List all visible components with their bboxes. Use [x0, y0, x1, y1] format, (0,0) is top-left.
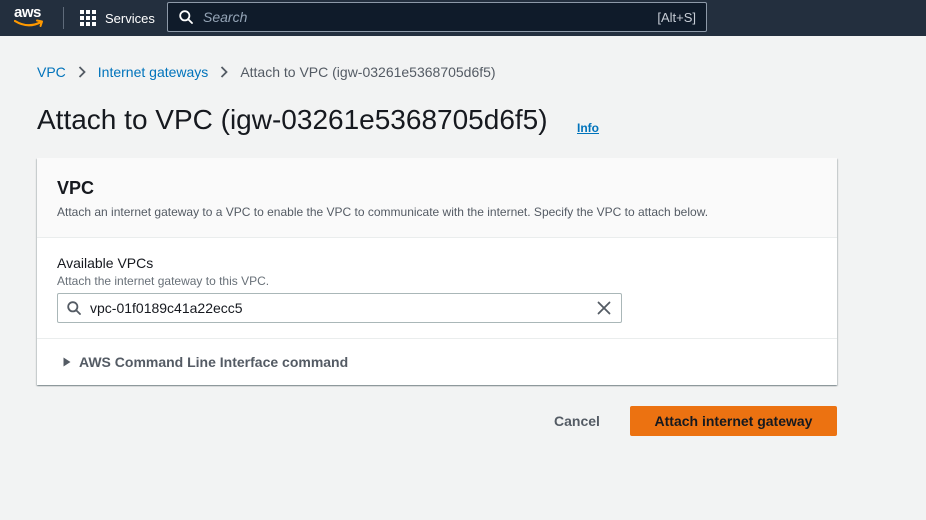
search-icon [67, 301, 81, 315]
search-placeholder: Search [203, 9, 248, 25]
available-vpcs-label: Available VPCs [57, 255, 154, 271]
services-menu-button[interactable]: Services [80, 0, 155, 36]
close-icon[interactable] [597, 301, 611, 315]
search-icon [179, 10, 193, 24]
panel-header: VPC Attach an internet gateway to a VPC … [37, 158, 837, 238]
grid-icon [80, 10, 96, 26]
logo-smile-icon [14, 19, 43, 27]
panel-title: VPC [57, 178, 95, 198]
breadcrumb-internet-gateways-link[interactable]: Internet gateways [98, 64, 209, 80]
vpc-panel: VPC Attach an internet gateway to a VPC … [37, 158, 837, 385]
panel-description: Attach an internet gateway to a VPC to e… [57, 205, 709, 219]
breadcrumb: VPC Internet gateways Attach to VPC (igw… [37, 64, 496, 80]
panel-divider [37, 338, 837, 339]
cancel-button[interactable]: Cancel [537, 406, 617, 436]
search-shortcut-hint: [Alt+S] [657, 9, 696, 25]
attach-internet-gateway-button[interactable]: Attach internet gateway [630, 406, 837, 436]
info-link[interactable]: Info [577, 121, 599, 135]
vpc-select-input[interactable]: vpc-01f0189c41a22ecc5 [57, 293, 622, 323]
chevron-right-icon [220, 66, 229, 78]
aws-logo-icon[interactable]: aws [14, 4, 48, 30]
breadcrumb-current-page: Attach to VPC (igw-03261e5368705d6f5) [240, 64, 496, 80]
chevron-right-icon [78, 66, 86, 78]
global-search-input[interactable]: Search [Alt+S] [167, 2, 707, 32]
breadcrumb-vpc-link[interactable]: VPC [37, 64, 66, 80]
vpc-select-value: vpc-01f0189c41a22ecc5 [90, 300, 243, 316]
page-title: Attach to VPC (igw-03261e5368705d6f5) [37, 104, 548, 135]
available-vpcs-description: Attach the internet gateway to this VPC. [57, 274, 270, 288]
nav-divider [63, 7, 64, 29]
cli-command-label: AWS Command Line Interface command [79, 354, 349, 370]
cli-command-expander[interactable]: AWS Command Line Interface command [63, 354, 348, 370]
caret-right-icon [63, 357, 71, 367]
services-label: Services [105, 10, 155, 26]
top-navigation: aws Services Search [Alt+S] [0, 0, 926, 36]
